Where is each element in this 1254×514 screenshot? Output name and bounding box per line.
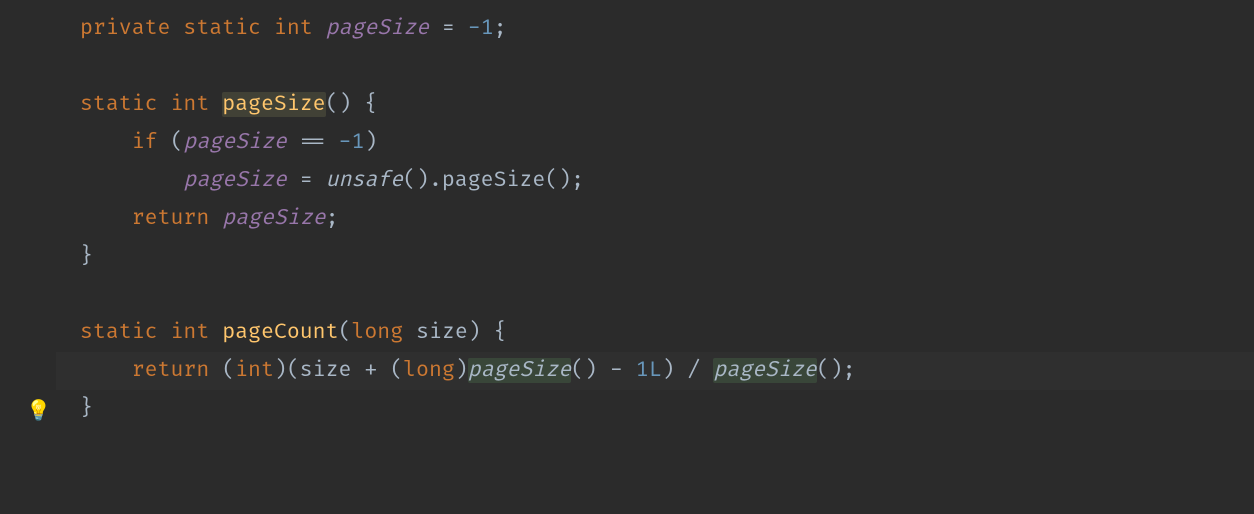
code-line: private static int pageSize = -1; [56,10,1254,48]
keyword: return [132,358,210,383]
method-name: pageCount [222,320,338,345]
type: int [235,358,274,383]
keyword: private [80,16,170,41]
field: pageSize [183,168,286,193]
code-line: return pageSize; [56,200,1254,238]
field: pageSize [183,130,286,155]
text: ( [209,358,235,383]
keyword: static [80,320,158,345]
code-line-blank [56,48,1254,86]
text: ) [455,358,468,383]
text: ) / [662,358,714,383]
method-call: pageSize [713,358,816,383]
text: ) [364,130,377,155]
keyword: static [80,92,158,117]
number: 1L [636,358,662,383]
text: () { [326,92,378,117]
keyword: static [183,16,261,41]
code-editor[interactable]: private static int pageSize = -1; static… [56,0,1254,514]
type: long [403,358,455,383]
code-line-current: return (int)(size + (long)pageSize() - 1… [56,352,1254,390]
code-line: if (pageSize == -1) [56,124,1254,162]
text: () - [571,358,636,383]
text: ().pageSize(); [403,168,584,193]
brace: } [80,244,93,269]
code-line: pageSize = unsafe().pageSize(); [56,162,1254,200]
keyword: return [132,206,210,231]
type: int [274,16,313,41]
text [209,206,222,231]
code-line: } [56,238,1254,276]
semicolon: ; [326,206,339,231]
code-line: static int pageCount(long size) { [56,314,1254,352]
text: size) { [403,320,506,345]
field: pageSize [326,16,429,41]
method-call: pageSize [468,358,571,383]
operator: = [287,168,326,193]
text: (); [817,358,856,383]
editor-gutter: 💡 [0,0,56,514]
text: )(size + ( [274,358,403,383]
type: int [170,320,209,345]
type: long [351,320,403,345]
number: -1 [468,16,494,41]
code-line: } [56,390,1254,428]
code-line-blank [56,276,1254,314]
field: pageSize [222,206,325,231]
lightbulb-icon[interactable]: 💡 [26,394,51,430]
method-name: pageSize [222,92,325,117]
code-line: static int pageSize() { [56,86,1254,124]
text: ( [158,130,184,155]
type: int [170,92,209,117]
method-call: unsafe [326,168,404,193]
operator: = [429,16,468,41]
number: -1 [339,130,365,155]
keyword: if [132,130,158,155]
brace: } [80,396,93,421]
text: ( [339,320,352,345]
operator: == [287,130,339,155]
semicolon: ; [494,16,507,41]
